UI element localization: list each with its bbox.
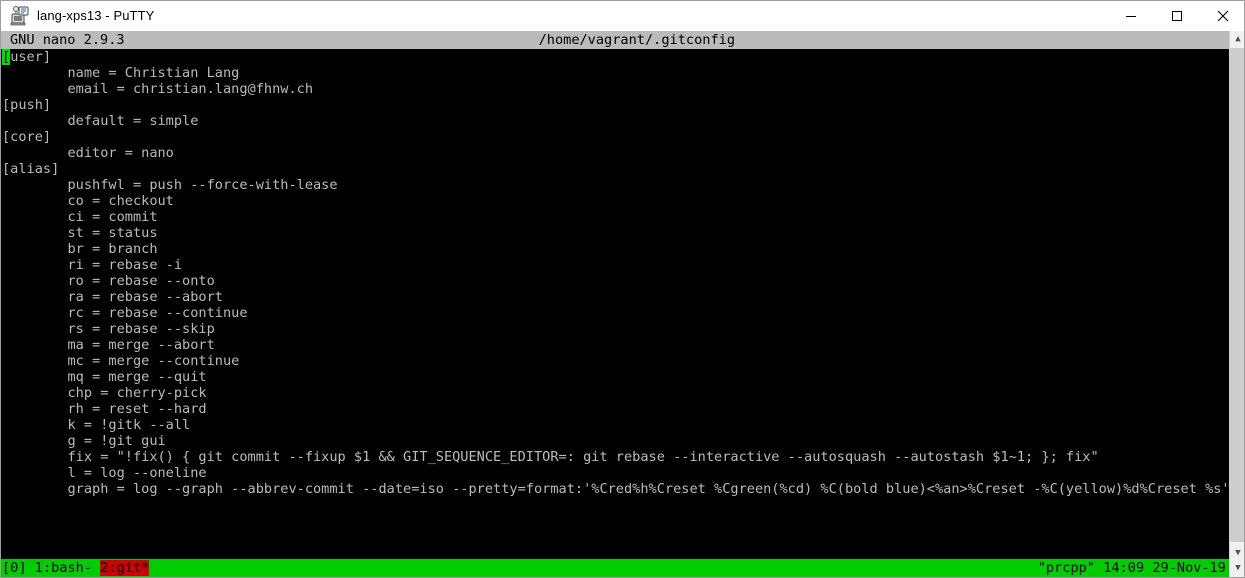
editor-line-text: email = christian.lang@fhnw.ch — [2, 81, 313, 97]
terminal-screen[interactable]: GNU nano 2.9.3 /home/vagrant/.gitconfig … — [1, 31, 1244, 577]
editor-line[interactable]: rh = reset --hard — [1, 401, 1230, 417]
editor-line-text: rc = rebase --continue — [2, 305, 248, 321]
editor-line-text: [alias] — [2, 161, 60, 177]
editor-line-text: name = Christian Lang — [2, 65, 240, 81]
editor-line[interactable]: ri = rebase -i — [1, 257, 1230, 273]
text-cursor: [ — [2, 49, 11, 65]
window-titlebar: lang-xps13 - PuTTY — [1, 1, 1244, 31]
editor-line[interactable]: ro = rebase --onto — [1, 273, 1230, 289]
chevron-down-icon: ▼ — [1235, 548, 1241, 558]
editor-line[interactable]: pushfwl = push --force-with-lease — [1, 177, 1230, 193]
tmux-window-bash[interactable]: 1:bash- — [27, 560, 101, 576]
editor-line-text: user] — [10, 49, 52, 65]
editor-line-text: ro = rebase --onto — [2, 273, 215, 289]
editor-line-text: l = log --oneline — [2, 465, 207, 481]
close-button[interactable] — [1200, 1, 1244, 31]
maximize-icon — [1172, 10, 1182, 21]
editor-line[interactable]: fix = "!fix() { git commit --fixup $1 &&… — [1, 449, 1230, 465]
editor-line-text: br = branch — [2, 241, 158, 257]
editor-line[interactable]: email = christian.lang@fhnw.ch — [1, 81, 1230, 97]
editor-line-text: [push] — [2, 97, 52, 113]
editor-line-text: mq = merge --quit — [2, 369, 207, 385]
tmux-host: "prcpp" — [1037, 560, 1096, 576]
minimize-button[interactable] — [1108, 1, 1154, 31]
editor-line[interactable]: rc = rebase --continue — [1, 305, 1230, 321]
editor-line-text: chp = cherry-pick — [2, 385, 207, 401]
scrollbar-thumb[interactable] — [1230, 48, 1244, 542]
editor-line-text: ci = commit — [2, 209, 158, 225]
editor-line[interactable]: l = log --oneline — [1, 465, 1230, 481]
chevron-up-icon: ▲ — [1235, 34, 1241, 44]
editor-line-text: rh = reset --hard — [2, 401, 207, 417]
putty-computer-icon — [9, 5, 31, 27]
tmux-time: 14:09 — [1103, 560, 1145, 576]
tmux-status-left: [0] 1:bash- 2:git* — [1, 559, 150, 577]
editor-line[interactable]: chp = cherry-pick — [1, 385, 1230, 401]
editor-line-text: graph = log --graph --abbrev-commit --da… — [2, 481, 1230, 497]
tmux-date: 29-Nov-19 — [1152, 560, 1226, 576]
terminal-content: GNU nano 2.9.3 /home/vagrant/.gitconfig … — [1, 31, 1244, 577]
editor-line-text: rs = rebase --skip — [2, 321, 215, 337]
editor-line[interactable]: g = !git gui — [1, 433, 1230, 449]
scrollbar-up-arrow[interactable]: ▲ — [1230, 31, 1244, 48]
editor-line-text: editor = nano — [2, 145, 174, 161]
editor-line[interactable]: [push] — [1, 97, 1230, 113]
editor-line[interactable]: br = branch — [1, 241, 1230, 257]
tmux-session-id: [0] — [2, 560, 27, 576]
editor-line[interactable]: co = checkout — [1, 193, 1230, 209]
editor-line[interactable]: rs = rebase --skip — [1, 321, 1230, 337]
close-icon — [1217, 10, 1229, 21]
editor-line-text: ra = rebase --abort — [2, 289, 223, 305]
tmux-window-git[interactable]: 2:git* — [100, 560, 150, 576]
editor-line[interactable]: [alias] — [1, 161, 1230, 177]
editor-line-text: pushfwl = push --force-with-lease — [2, 177, 338, 193]
tmux-window-git-label: 2:git* — [100, 560, 150, 576]
editor-line[interactable]: [user] — [1, 49, 1230, 65]
maximize-button[interactable] — [1154, 1, 1200, 31]
nano-filename: /home/vagrant/.gitconfig — [538, 32, 735, 48]
editor-line[interactable]: name = Christian Lang — [1, 65, 1230, 81]
tmux-window-bash-label: 1:bash- — [34, 560, 101, 576]
editor-line-text: fix = "!fix() { git commit --fixup $1 &&… — [2, 449, 1099, 465]
putty-window: lang-xps13 - PuTTY GNU nano 2.9.3 /home/… — [0, 0, 1245, 578]
tmux-status-right: "prcpp" 14:09 29-Nov-19 — [1037, 559, 1244, 577]
editor-line[interactable]: default = simple — [1, 113, 1230, 129]
editor-line[interactable]: [core] — [1, 129, 1230, 145]
statusbar-scroll-corner[interactable]: ▼ — [1229, 559, 1244, 577]
terminal-scrollbar[interactable]: ▲ ▼ — [1229, 31, 1244, 562]
editor-line-text: default = simple — [2, 113, 199, 129]
nano-title-bar: GNU nano 2.9.3 /home/vagrant/.gitconfig — [1, 31, 1229, 49]
editor-line[interactable]: ra = rebase --abort — [1, 289, 1230, 305]
editor-line[interactable]: editor = nano — [1, 145, 1230, 161]
editor-line[interactable]: st = status — [1, 225, 1230, 241]
editor-line-text: st = status — [2, 225, 158, 241]
editor-line-text: ri = rebase -i — [2, 257, 183, 273]
chevron-down-icon: ▼ — [1235, 562, 1241, 573]
editor-line[interactable]: ci = commit — [1, 209, 1230, 225]
editor-line[interactable]: graph = log --graph --abbrev-commit --da… — [1, 481, 1230, 497]
tmux-status-bar: [0] 1:bash- 2:git* "prcpp" 14:09 29-Nov-… — [1, 559, 1244, 577]
editor-line-text: g = !git gui — [2, 433, 166, 449]
editor-line-text: k = !gitk --all — [2, 417, 191, 433]
window-title: lang-xps13 - PuTTY — [37, 8, 155, 23]
editor-line-text: ma = merge --abort — [2, 337, 215, 353]
editor-line-text: [core] — [2, 129, 52, 145]
editor-line[interactable]: mc = merge --continue — [1, 353, 1230, 369]
editor-line[interactable]: ma = merge --abort — [1, 337, 1230, 353]
nano-version: GNU nano 2.9.3 — [10, 32, 125, 48]
editor-line-text: mc = merge --continue — [2, 353, 240, 369]
editor-line-text: co = checkout — [2, 193, 174, 209]
minimize-icon — [1126, 15, 1136, 17]
editor-line[interactable]: mq = merge --quit — [1, 369, 1230, 385]
editor-line[interactable]: k = !gitk --all — [1, 417, 1230, 433]
